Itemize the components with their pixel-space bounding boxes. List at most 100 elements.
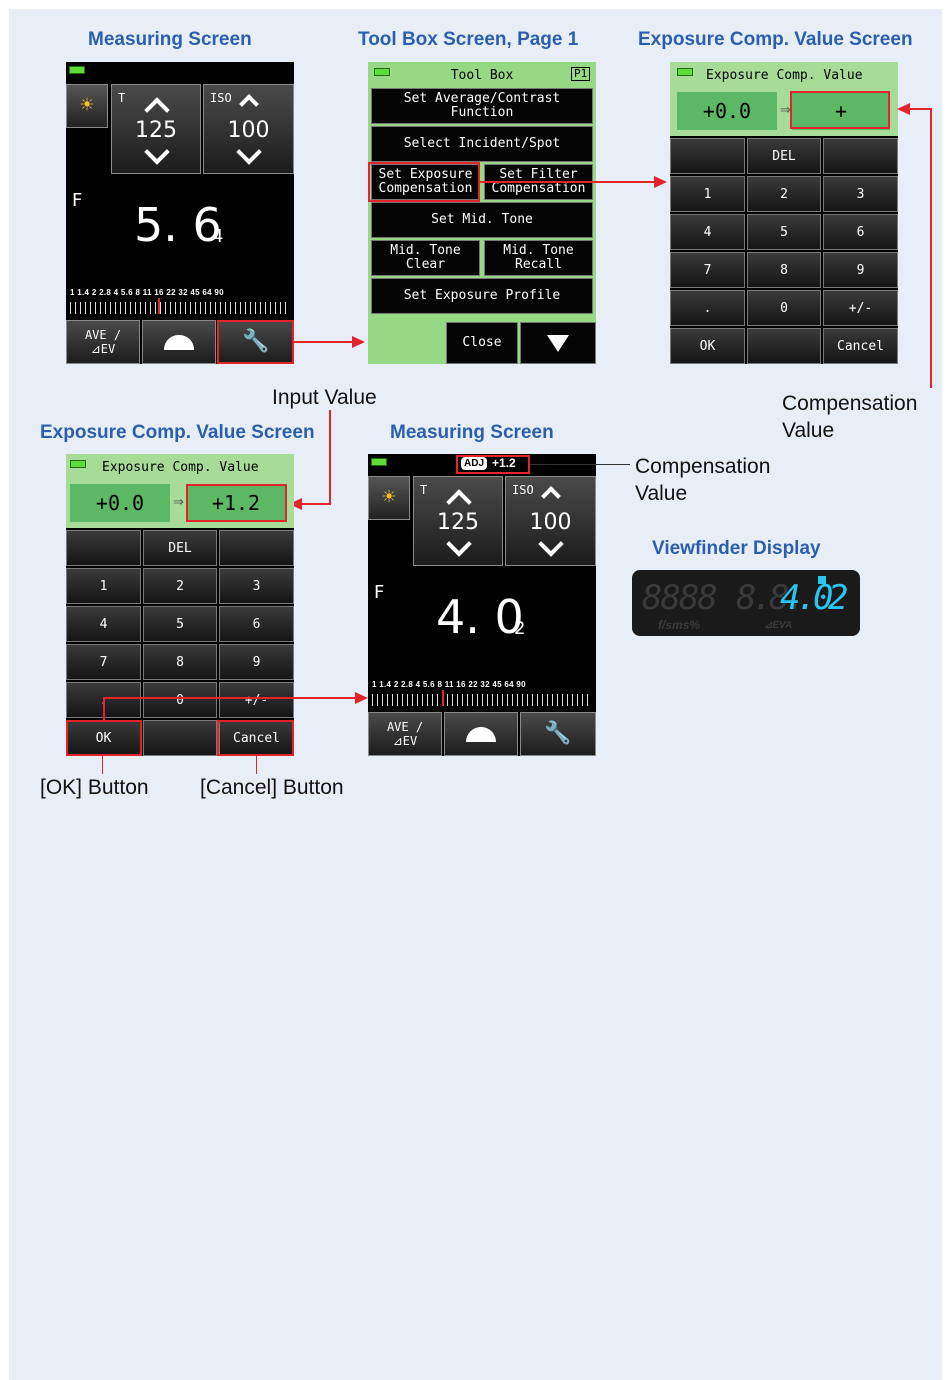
toolbox-screen: Tool Box P1 Set Average/Contrast Functio… — [368, 62, 596, 364]
f-subvalue: 2 — [514, 618, 526, 639]
key-4[interactable]: 4 — [670, 214, 745, 250]
key-del[interactable]: DEL — [143, 530, 217, 566]
dome-icon — [164, 334, 194, 350]
ave-ev-button[interactable]: AVE / ⊿EV — [66, 320, 140, 364]
viewfinder-unit-right: ⊿EVA — [764, 620, 793, 631]
key-2[interactable]: 2 — [143, 568, 217, 604]
chevron-up-icon — [541, 486, 561, 506]
sun-icon: ☀ — [80, 93, 94, 118]
key-7[interactable]: 7 — [670, 252, 745, 288]
key-plus-minus[interactable]: +/- — [823, 290, 898, 326]
arrow-line — [930, 108, 932, 388]
key-6[interactable]: 6 — [823, 214, 898, 250]
title-measuring-screen-1: Measuring Screen — [88, 29, 252, 50]
set-exposure-profile-button[interactable]: Set Exposure Profile — [371, 278, 593, 314]
key-5[interactable]: 5 — [143, 606, 217, 642]
page-indicator: P1 — [571, 67, 591, 81]
highlight-input-value-2 — [186, 484, 287, 522]
chevron-down-icon — [538, 531, 564, 557]
title-measuring-screen-2: Measuring Screen — [390, 422, 554, 443]
key-8[interactable]: 8 — [747, 252, 821, 288]
key-0[interactable]: 0 — [747, 290, 821, 326]
f-subvalue: 4 — [212, 226, 224, 247]
mid-tone-clear-button[interactable]: Mid. Tone Clear — [371, 240, 480, 276]
highlight-toolbox-button — [217, 320, 294, 364]
key-3[interactable]: 3 — [823, 176, 898, 212]
arrow-line — [103, 698, 105, 720]
key-blank-2 — [823, 138, 898, 174]
viewfinder-unit-left: f/sms% — [658, 618, 701, 632]
arrow-head-left — [897, 103, 910, 115]
scale-pointer — [442, 690, 444, 706]
dome-button[interactable] — [142, 320, 216, 364]
aperture-scale-labels: 1 1.4 2 2.8 4 5.6 8 11 16 22 32 45 64 90 — [70, 288, 224, 297]
arrow-head-right — [654, 176, 667, 188]
t-label: T — [420, 483, 428, 497]
key-4[interactable]: 4 — [66, 606, 141, 642]
aperture-scale — [372, 694, 592, 706]
key-1[interactable]: 1 — [66, 568, 141, 604]
toolbox-button[interactable]: 🔧 — [520, 712, 596, 756]
label-compensation-value-2a: Compensation — [635, 455, 771, 478]
title-ecv-screen-2: Exposure Comp. Value Screen — [40, 422, 315, 443]
key-del[interactable]: DEL — [747, 138, 821, 174]
arrow-line — [302, 503, 331, 505]
label-compensation-value-1a: Compensation — [782, 392, 918, 415]
set-mid-tone-button[interactable]: Set Mid. Tone — [371, 202, 593, 238]
iso-button[interactable]: ISO 100 — [505, 476, 596, 566]
f-label: F — [374, 582, 385, 603]
highlight-cancel-key — [217, 720, 294, 756]
key-2[interactable]: 2 — [747, 176, 821, 212]
current-comp-value: +0.0 — [70, 484, 170, 522]
battery-icon — [677, 68, 693, 76]
ave-ev-button[interactable]: AVE / ⊿EV — [368, 712, 442, 756]
battery-icon — [70, 460, 86, 468]
iso-button[interactable]: ISO 100 — [203, 84, 294, 174]
dome-icon — [466, 726, 496, 742]
f-value: 4. 0 — [436, 590, 524, 644]
arrow-line — [480, 181, 654, 183]
chevron-down-icon — [144, 139, 170, 165]
key-0[interactable]: 0 — [143, 682, 217, 718]
viewfinder-lit-value: 4.0 — [780, 578, 833, 618]
ok-callout-line — [102, 756, 103, 774]
set-average-contrast-button[interactable]: Set Average/Contrast Function — [371, 88, 593, 124]
key-blank-1 — [66, 530, 141, 566]
arrow-right-icon: ⇒ — [173, 494, 184, 509]
sun-icon: ☀ — [382, 485, 396, 510]
key-9[interactable]: 9 — [823, 252, 898, 288]
next-page-button[interactable] — [520, 322, 596, 364]
label-input-value: Input Value — [272, 386, 377, 409]
label-cancel-button: [Cancel] Button — [200, 776, 344, 799]
key-cancel[interactable]: Cancel — [823, 328, 898, 364]
key-8[interactable]: 8 — [143, 644, 217, 680]
key-5[interactable]: 5 — [747, 214, 821, 250]
key-decimal[interactable]: . — [670, 290, 745, 326]
t-shutter-button[interactable]: T 125 — [413, 476, 503, 566]
sun-mode-button[interactable]: ☀ — [368, 476, 410, 520]
key-1[interactable]: 1 — [670, 176, 745, 212]
key-blank-3 — [747, 328, 821, 364]
sun-mode-button[interactable]: ☀ — [66, 84, 108, 128]
t-shutter-button[interactable]: T 125 — [111, 84, 201, 174]
key-6[interactable]: 6 — [219, 606, 294, 642]
key-9[interactable]: 9 — [219, 644, 294, 680]
ecv-header: Exposure Comp. Value — [102, 460, 259, 475]
close-button[interactable]: Close — [446, 322, 518, 364]
key-7[interactable]: 7 — [66, 644, 141, 680]
title-ecv-screen-1: Exposure Comp. Value Screen — [638, 29, 913, 50]
key-plus-minus[interactable]: +/- — [219, 682, 294, 718]
plus-indicator-icon — [818, 576, 826, 584]
toolbox-header: Tool Box — [450, 68, 514, 83]
aperture-scale-labels: 1 1.4 2 2.8 4 5.6 8 11 16 22 32 45 64 90 — [372, 680, 526, 689]
select-incident-spot-button[interactable]: Select Incident/Spot — [371, 126, 593, 162]
callout-line — [530, 464, 630, 465]
mid-tone-recall-button[interactable]: Mid. Tone Recall — [484, 240, 593, 276]
highlight-adj-value — [456, 455, 530, 474]
highlight-set-exposure-compensation — [368, 162, 480, 202]
key-ok[interactable]: OK — [670, 328, 745, 364]
dome-button[interactable] — [444, 712, 518, 756]
chevron-down-icon — [446, 531, 472, 557]
key-3[interactable]: 3 — [219, 568, 294, 604]
ecv-header: Exposure Comp. Value — [706, 68, 863, 83]
